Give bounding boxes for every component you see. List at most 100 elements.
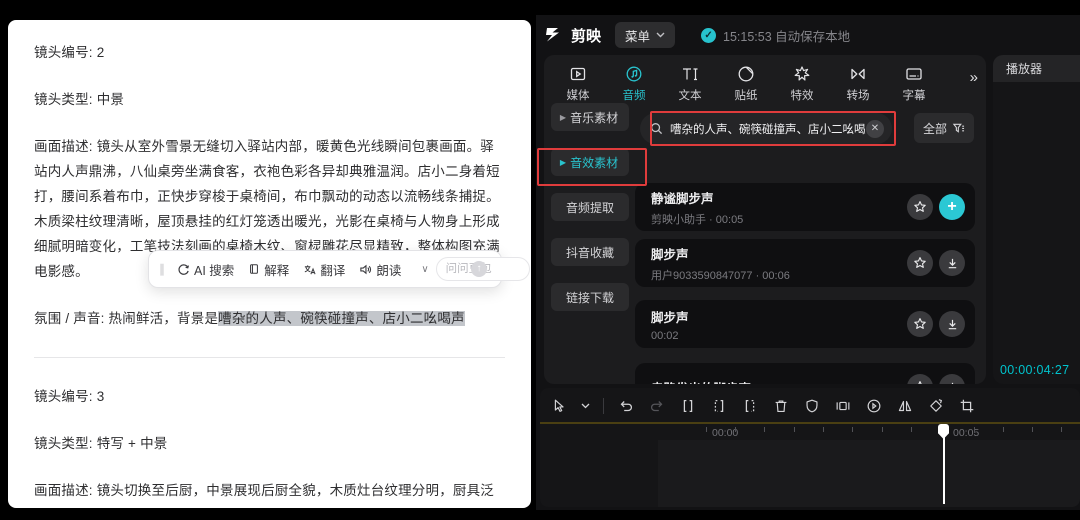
sidebar-item-sound-effects-label: 音效素材 xyxy=(570,154,618,171)
menu-label: 菜单 xyxy=(625,26,650,45)
ai-search-label: AI 搜索 xyxy=(194,260,234,279)
ruler-tick xyxy=(974,427,975,432)
clear-search-button[interactable]: ✕ xyxy=(866,120,884,138)
player-title: 播放器 xyxy=(1006,60,1042,77)
reverse-icon[interactable] xyxy=(834,397,852,415)
ruler-tick xyxy=(706,427,707,432)
sound-result-item[interactable]: 脚步声 用户9033590847077 · 00:06 xyxy=(635,239,975,287)
ruler-tick xyxy=(911,427,912,432)
sidebar-item-sound-effects[interactable]: ▶音效素材 xyxy=(551,148,629,176)
delete-icon[interactable] xyxy=(772,397,790,415)
undo-icon[interactable] xyxy=(617,397,635,415)
download-icon xyxy=(946,257,959,270)
redo-icon[interactable] xyxy=(648,397,666,415)
timeline-panel: 00:00 00:05 xyxy=(540,388,1080,507)
filter-funnel-icon xyxy=(952,122,965,134)
app-logo: 剪映 xyxy=(546,25,601,46)
tab-sticker[interactable]: 贴纸 xyxy=(718,60,774,103)
ruler-tick xyxy=(1032,427,1033,432)
ruler-tick xyxy=(764,427,765,432)
tab-text[interactable]: 文本 xyxy=(662,60,718,103)
sound-item-text: 静谧脚步声 剪映小助手 · 00:05 xyxy=(651,188,901,227)
download-icon xyxy=(946,318,959,331)
captions-icon xyxy=(904,64,924,84)
shot2-sound-selected-text[interactable]: 嘈杂的人声、碗筷碰撞声、店小二吆喝声 xyxy=(218,311,465,326)
send-arrow-icon[interactable]: ↑ xyxy=(471,261,487,277)
tab-sticker-label: 贴纸 xyxy=(735,87,758,103)
sound-item-title: 走路发出的脚步声 xyxy=(651,378,901,385)
asset-panel: 媒体 音频 文本 贴纸 特效 xyxy=(544,55,986,384)
audio-sidebar: ▶音乐素材 ▶音效素材 音频提取 抖音收藏 链接下载 xyxy=(551,103,629,328)
sound-item-title: 脚步声 xyxy=(651,244,901,263)
add-to-track-button[interactable]: + xyxy=(939,194,965,220)
sidebar-item-audio-extract[interactable]: 音频提取 xyxy=(551,193,629,221)
favorite-star-button[interactable] xyxy=(907,250,933,276)
star-icon xyxy=(913,200,927,214)
sound-result-item[interactable]: 脚步声 00:02 xyxy=(635,300,975,348)
delete-right-icon[interactable] xyxy=(741,397,759,415)
timeline-ruler[interactable]: 00:00 00:05 xyxy=(540,422,1080,440)
ruler-tick xyxy=(852,427,853,432)
tab-text-label: 文本 xyxy=(679,87,702,103)
split-icon[interactable] xyxy=(679,397,697,415)
player-timecode: 00:00:04:27 xyxy=(1000,363,1069,377)
favorite-star-button[interactable] xyxy=(907,311,933,337)
tab-media[interactable]: 媒体 xyxy=(550,60,606,103)
script-document: 镜头编号: 2 镜头类型: 中景 画面描述: 镜头从室外雪景无缝切入驿站内部，暖… xyxy=(8,20,531,508)
favorite-star-button[interactable] xyxy=(907,374,933,384)
download-button[interactable] xyxy=(939,374,965,384)
audio-icon xyxy=(624,64,644,84)
mirror-icon[interactable] xyxy=(896,397,914,415)
timeline-track-area[interactable] xyxy=(658,440,1080,507)
select-tool-icon[interactable] xyxy=(550,397,568,415)
sound-item-title: 静谧脚步声 xyxy=(651,188,901,207)
sidebar-item-music[interactable]: ▶音乐素材 xyxy=(551,103,629,131)
sidebar-item-link-download[interactable]: 链接下载 xyxy=(551,283,629,311)
menu-button[interactable]: 菜单 xyxy=(615,22,675,48)
tab-effects[interactable]: 特效 xyxy=(774,60,830,103)
chevron-down-icon[interactable]: ∨ xyxy=(418,264,431,275)
favorite-star-button[interactable] xyxy=(907,194,933,220)
speed-icon[interactable] xyxy=(865,397,883,415)
sidebar-item-douyin-favorites[interactable]: 抖音收藏 xyxy=(551,238,629,266)
tab-captions[interactable]: 字幕 xyxy=(886,60,942,103)
read-aloud-button[interactable]: 朗读 xyxy=(354,256,406,283)
sound-item-text: 脚步声 00:02 xyxy=(651,307,901,342)
ruler-tick xyxy=(823,427,824,432)
sound-result-item[interactable]: 走路发出的脚步声 xyxy=(635,363,975,384)
freeze-frame-icon[interactable] xyxy=(803,397,821,415)
star-icon xyxy=(913,256,927,270)
more-tabs-chevron[interactable]: » xyxy=(970,69,976,86)
drag-handle-icon[interactable]: ∥ xyxy=(159,262,166,276)
rotate-icon[interactable] xyxy=(927,397,945,415)
ai-search-button[interactable]: AI 搜索 xyxy=(172,256,239,283)
shot3-type: 镜头类型: 特写 + 中景 xyxy=(34,431,505,456)
search-query-text: 嘈杂的人声、碗筷碰撞声、店小二吆喝声 xyxy=(670,121,866,137)
crop-icon[interactable] xyxy=(958,397,976,415)
download-button[interactable] xyxy=(939,311,965,337)
sound-search-input[interactable]: 嘈杂的人声、碗筷碰撞声、店小二吆喝声 ✕ xyxy=(640,113,892,144)
player-header: 播放器 xyxy=(993,55,1080,82)
ruler-tick xyxy=(1003,427,1004,432)
effects-icon xyxy=(792,64,812,84)
translate-button[interactable]: 翻译 xyxy=(298,256,350,283)
filter-all-button[interactable]: 全部 xyxy=(914,113,974,143)
tab-audio[interactable]: 音频 xyxy=(606,60,662,103)
shot3-description: 画面描述: 镜头切换至后厨，中景展现后厨全貌，木质灶台纹理分明，厨具泛着温润金属… xyxy=(34,478,505,508)
sound-item-text: 走路发出的脚步声 xyxy=(651,378,901,385)
sound-result-item[interactable]: 静谧脚步声 剪映小助手 · 00:05 + xyxy=(635,183,975,231)
tab-transitions-label: 转场 xyxy=(847,87,870,103)
capcut-window: 剪映 菜单 ✓ 15:15:53 自动保存本地 媒体 音频 xyxy=(536,15,1080,510)
sticker-icon xyxy=(736,64,756,84)
select-tool-dropdown-icon[interactable] xyxy=(581,403,590,409)
app-name: 剪映 xyxy=(571,25,601,46)
chevron-down-icon xyxy=(656,32,665,38)
download-button[interactable] xyxy=(939,250,965,276)
delete-left-icon[interactable] xyxy=(710,397,728,415)
timeline-toolbar xyxy=(550,392,976,420)
tab-transitions[interactable]: 转场 xyxy=(830,60,886,103)
explain-button[interactable]: 解释 xyxy=(243,256,294,283)
star-icon xyxy=(913,317,927,331)
shot2-number: 镜头编号: 2 xyxy=(34,40,505,65)
media-icon xyxy=(568,64,588,84)
